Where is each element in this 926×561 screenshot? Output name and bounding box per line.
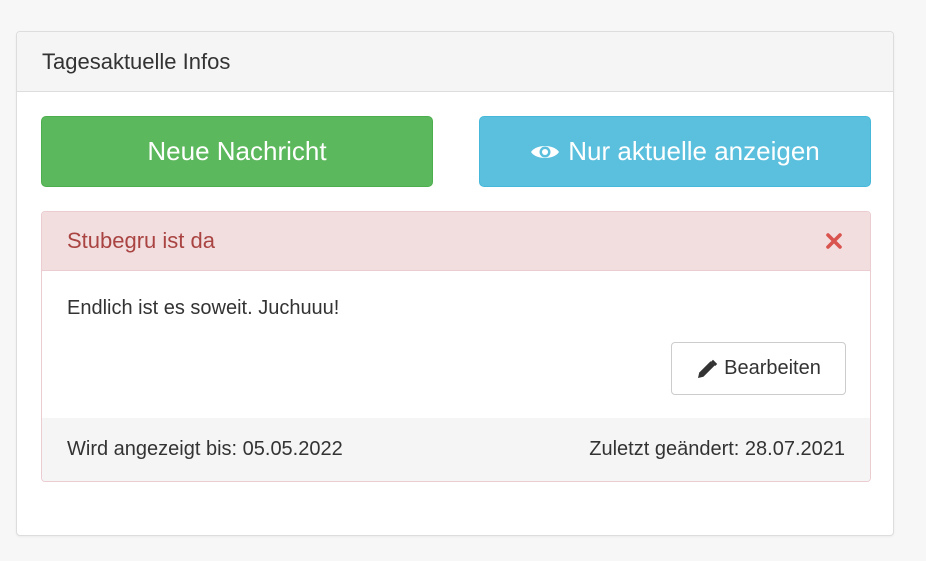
message-title: Stubegru ist da bbox=[67, 228, 215, 253]
show-current-button[interactable]: Nur aktuelle anzeigen bbox=[479, 116, 871, 187]
new-message-button[interactable]: Neue Nachricht bbox=[41, 116, 433, 187]
message-body: Endlich ist es soweit. Juchuuu! Bearbeit… bbox=[42, 271, 870, 418]
message-footer: Wird angezeigt bis: 05.05.2022 Zuletzt g… bbox=[42, 418, 870, 481]
eye-icon bbox=[531, 145, 560, 158]
message-card: Stubegru ist da Endlich ist es soweit. J… bbox=[41, 211, 871, 482]
edit-label: Bearbeiten bbox=[724, 357, 821, 379]
shown-until-text: Wird angezeigt bis: 05.05.2022 bbox=[67, 438, 343, 460]
pencil-icon bbox=[698, 359, 718, 378]
edit-button[interactable]: Bearbeiten bbox=[671, 342, 846, 395]
show-current-label: Nur aktuelle anzeigen bbox=[568, 136, 820, 166]
daily-info-panel: Tagesaktuelle Infos Neue Nachricht Nur a… bbox=[16, 31, 894, 536]
close-icon[interactable] bbox=[823, 230, 845, 252]
panel-title: Tagesaktuelle Infos bbox=[42, 48, 231, 74]
panel-heading: Tagesaktuelle Infos bbox=[17, 32, 893, 92]
message-text: Endlich ist es soweit. Juchuuu! bbox=[67, 297, 340, 319]
message-heading: Stubegru ist da bbox=[42, 212, 870, 271]
new-message-label: Neue Nachricht bbox=[147, 136, 327, 166]
last-changed-text: Zuletzt geändert: 28.07.2021 bbox=[589, 438, 845, 460]
